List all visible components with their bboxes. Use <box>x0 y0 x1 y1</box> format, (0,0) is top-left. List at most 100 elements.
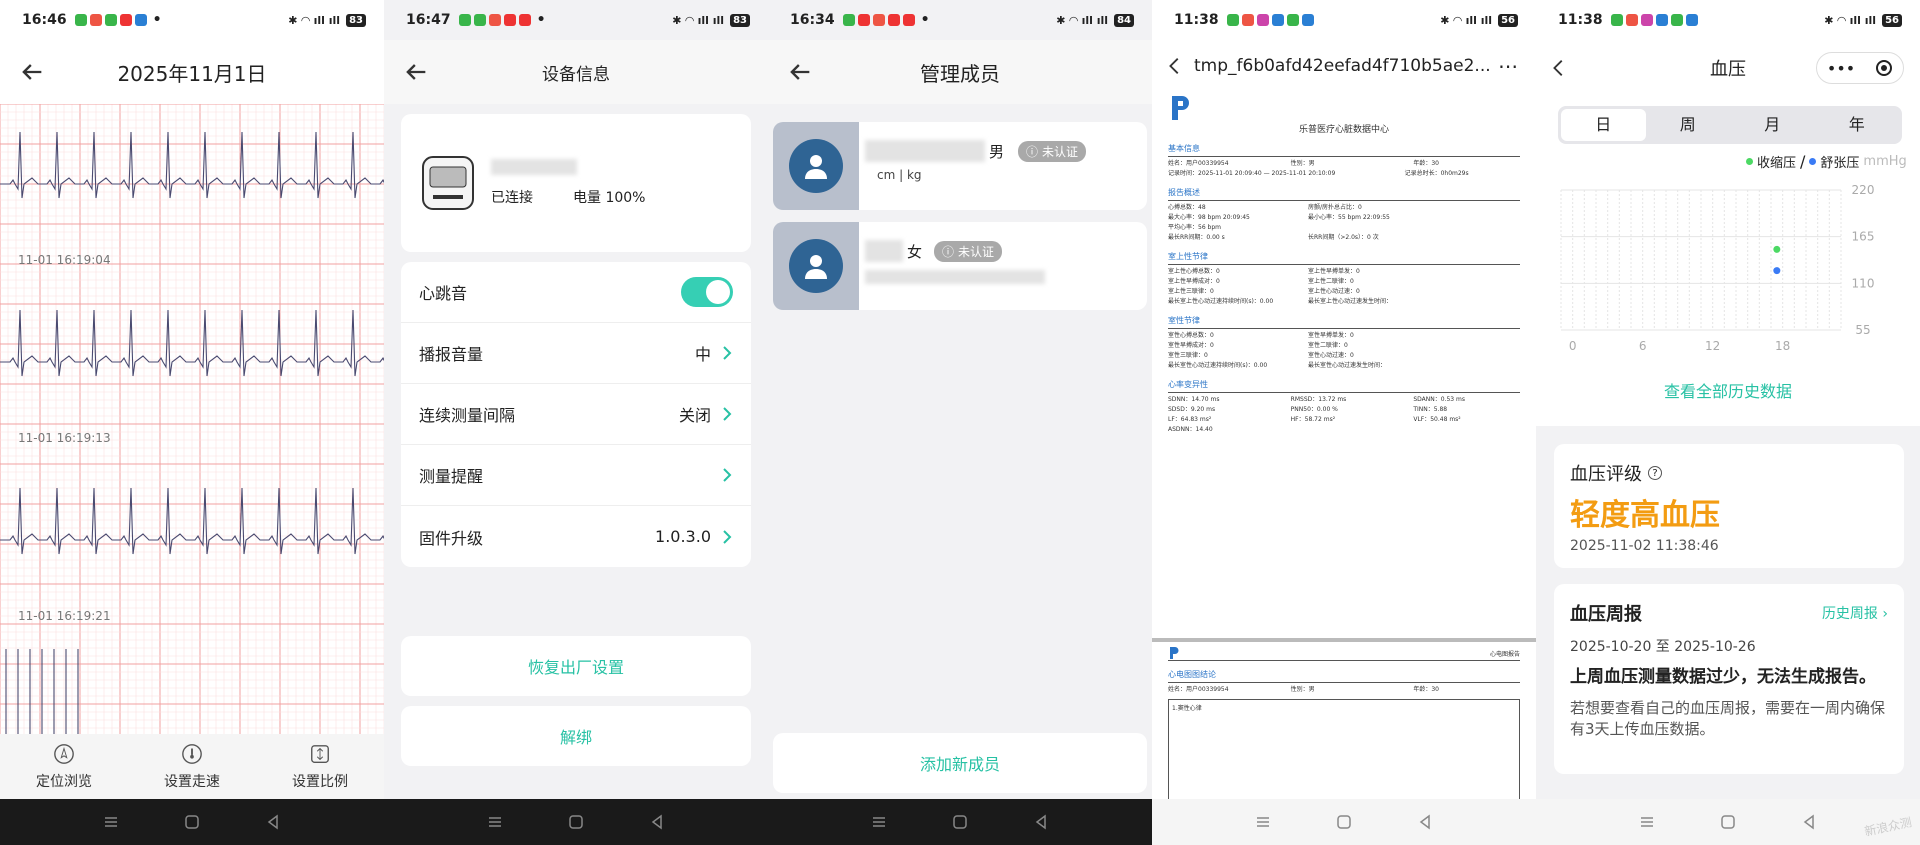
menu-icon[interactable] <box>487 814 503 830</box>
notification-icons <box>74 14 147 26</box>
rating-time: 2025-11-02 11:38:46 <box>1570 538 1719 554</box>
blood-pressure-screen: 11:38 ✱ ◠ ıll ıll 56 血压 ••• 日 周 月 年 收缩压 … <box>1536 0 1920 845</box>
menu-icon[interactable] <box>1639 814 1655 830</box>
row-label: 测量提醒 <box>419 467 484 486</box>
notification-icons <box>842 14 915 26</box>
info-text: 室性三联律：0 <box>1168 352 1208 359</box>
volume-row[interactable]: 播报音量 中 <box>401 323 751 384</box>
y-tick-label: 220 <box>1852 183 1875 197</box>
back-triangle-icon[interactable] <box>649 814 665 830</box>
badge-label: 未认证 <box>1042 144 1079 159</box>
member-gender: 男 <box>989 142 1005 161</box>
history-weekly-link[interactable]: 历史周报 › <box>1822 603 1888 623</box>
nav-bar: 2025年11月1日 <box>0 40 384 104</box>
back-chevron-icon[interactable] <box>1548 54 1570 82</box>
back-triangle-icon[interactable] <box>1033 814 1049 830</box>
close-circle-icon[interactable] <box>1875 59 1893 77</box>
interval-row[interactable]: 连续测量间隔 关闭 <box>401 384 751 445</box>
member-name-redacted <box>865 140 985 162</box>
member-card[interactable]: 女 ⓘ 未认证 <box>773 222 1147 310</box>
firmware-row[interactable]: 固件升级 1.0.3.0 <box>401 506 751 567</box>
legend-diastolic: 舒张压 <box>1820 156 1860 171</box>
set-scale-button[interactable]: 设置比例 <box>292 743 348 791</box>
heartbeat-sound-row: 心跳音 <box>401 262 751 323</box>
ecg-timestamp: 11-01 16:19:13 <box>18 431 111 445</box>
manage-members-screen: 16:34 • ✱ ◠ ıll ıll 84 管理成员 男 ⓘ 未认证 cm |… <box>768 0 1152 845</box>
weekly-title: 血压周报 <box>1570 604 1642 625</box>
tab-year[interactable]: 年 <box>1815 109 1900 141</box>
person-icon <box>805 255 827 279</box>
reminder-row[interactable]: 测量提醒 <box>401 445 751 506</box>
info-text: 记录总时长：0h0m29s <box>1404 170 1469 177</box>
unverified-badge: ⓘ 未认证 <box>1018 140 1087 162</box>
section-heading: 心电图图结论 <box>1168 669 1520 683</box>
device-name-redacted <box>491 159 577 175</box>
system-nav-bar <box>768 799 1152 845</box>
back-triangle-icon[interactable] <box>1417 814 1433 830</box>
menu-icon[interactable] <box>1255 814 1271 830</box>
back-triangle-icon[interactable] <box>265 814 281 830</box>
section-heading: 报告概述 <box>1168 187 1520 201</box>
info-text: 最长室性心动过速持续时间(s)：0.00 <box>1168 362 1268 369</box>
row-value: 1.0.3.0 <box>655 527 711 546</box>
section-heading: 室性节律 <box>1168 315 1520 329</box>
home-icon[interactable] <box>184 814 200 830</box>
back-chevron-icon[interactable] <box>1164 52 1186 80</box>
info-text: 室性心搏总数：0 <box>1168 332 1214 339</box>
back-triangle-icon[interactable] <box>1801 814 1817 830</box>
status-time: 16:34 <box>790 12 835 28</box>
bp-point[interactable] <box>1773 245 1781 253</box>
lepu-logo <box>1170 647 1179 659</box>
help-icon[interactable]: ? <box>1648 466 1662 480</box>
home-icon[interactable] <box>1336 814 1352 830</box>
conclusion-text: 1.窦性心律 <box>1172 705 1202 712</box>
set-speed-button[interactable]: 设置走速 <box>164 743 220 791</box>
back-arrow-icon[interactable] <box>786 58 814 86</box>
home-icon[interactable] <box>952 814 968 830</box>
bp-point[interactable] <box>1773 267 1781 275</box>
chevron-right-icon <box>723 346 732 360</box>
page-title: 2025年11月1日 <box>117 61 267 86</box>
back-arrow-icon[interactable] <box>402 58 430 86</box>
ecg-screen: 16:46 • ✱ ◠ ıll ıll 83 2025年11月1日 11-01 … <box>0 0 384 845</box>
home-icon[interactable] <box>1720 814 1736 830</box>
more-icon[interactable]: ⋯ <box>1498 54 1518 78</box>
chart-legend: 收缩压 / 舒张压 mmHg <box>1746 152 1907 171</box>
bp-rating-card: 血压评级 ? 轻度高血压 2025-11-02 11:38:46 <box>1554 444 1904 568</box>
menu-icon[interactable] <box>103 814 119 830</box>
info-text: 性别：男 <box>1290 686 1315 693</box>
more-icon[interactable]: ••• <box>1827 59 1855 78</box>
weekly-note: 若想要查看自己的血压周报，需要在一周内确保有3天上传血压数据。 <box>1570 699 1886 738</box>
ecg-strip[interactable]: 11-01 16:19:04 11-01 16:19:13 11-01 16:19:… <box>0 104 384 734</box>
status-right: ✱ ◠ ıll ıll 83 <box>288 13 366 27</box>
nav-bar: 管理成员 <box>768 40 1152 104</box>
battery-icon: 83 <box>730 13 750 27</box>
back-arrow-icon[interactable] <box>18 58 46 86</box>
heartbeat-sound-toggle[interactable] <box>681 277 733 307</box>
status-time: 11:38 <box>1558 12 1603 28</box>
history-weekly-label: 历史周报 <box>1821 606 1878 622</box>
tab-month[interactable]: 月 <box>1730 109 1815 141</box>
info-text: 最长RR间期：0.00 s <box>1168 234 1225 241</box>
bp-chart[interactable]: 220 165 110 55 0 6 12 18 <box>1556 170 1920 360</box>
view-all-history-link[interactable]: 查看全部历史数据 <box>1536 378 1920 402</box>
tab-week[interactable]: 周 <box>1646 109 1731 141</box>
set-speed-label: 设置走速 <box>164 773 220 790</box>
tab-day[interactable]: 日 <box>1561 109 1646 141</box>
info-text: 室性二联律：0 <box>1308 342 1348 349</box>
device-info-screen: 16:47 • ✱ ◠ ıll ıll 83 设备信息 已连接 电量 100% … <box>384 0 768 845</box>
add-member-button[interactable]: 添加新成员 <box>773 733 1147 793</box>
member-card[interactable]: 男 ⓘ 未认证 cm | kg <box>773 122 1147 210</box>
unbind-button[interactable]: 解绑 <box>401 706 751 766</box>
status-time: 16:46 <box>22 12 67 28</box>
locate-browse-button[interactable]: 定位浏览 <box>36 743 92 791</box>
home-icon[interactable] <box>568 814 584 830</box>
ecg-timestamp: 11-01 16:19:21 <box>18 609 111 623</box>
factory-reset-button[interactable]: 恢复出厂设置 <box>401 636 751 696</box>
info-text: SDSD：9.20 ms <box>1168 406 1216 413</box>
lepu-logo <box>1172 96 1189 120</box>
row-value: 中 <box>694 345 711 364</box>
menu-icon[interactable] <box>871 814 887 830</box>
badge-label: 未认证 <box>958 244 995 259</box>
status-bar: 11:38 ✱ ◠ ıll ıll 56 <box>1152 0 1536 40</box>
